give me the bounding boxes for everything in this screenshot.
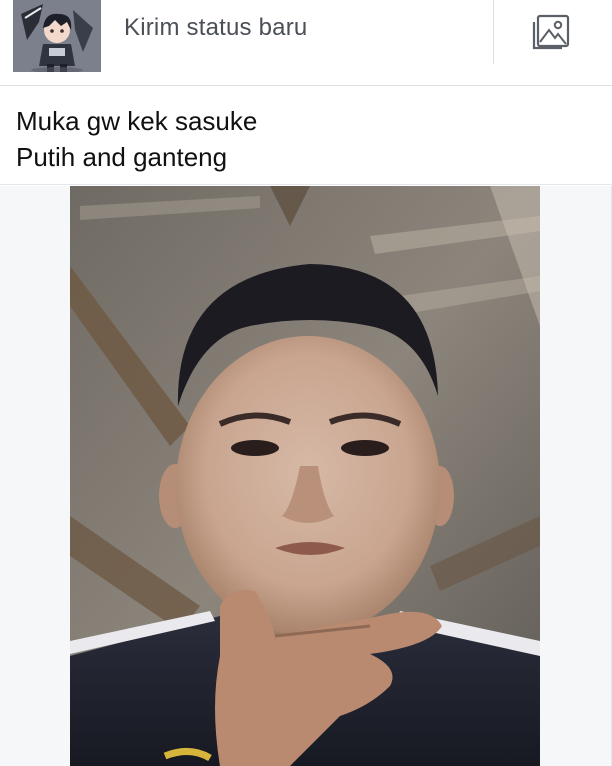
post-text-line: Putih and ganteng [16,142,228,172]
post-text-block: Muka gw kek sasuke Putih and ganteng [0,87,612,185]
selfie-photo[interactable] [70,186,540,766]
profile-avatar[interactable] [13,0,101,72]
post-text-line: Muka gw kek sasuke [16,106,258,136]
photo-icon [532,14,570,50]
anime-character-avatar-icon [13,0,101,72]
status-input-placeholder[interactable]: Kirim status baru [124,14,307,42]
add-photo-button[interactable] [520,6,584,58]
photo-attachment-area [0,186,612,766]
composer-divider [493,0,494,64]
status-composer-bar: Kirim status baru [0,0,612,86]
selfie-photo-image [70,186,540,766]
